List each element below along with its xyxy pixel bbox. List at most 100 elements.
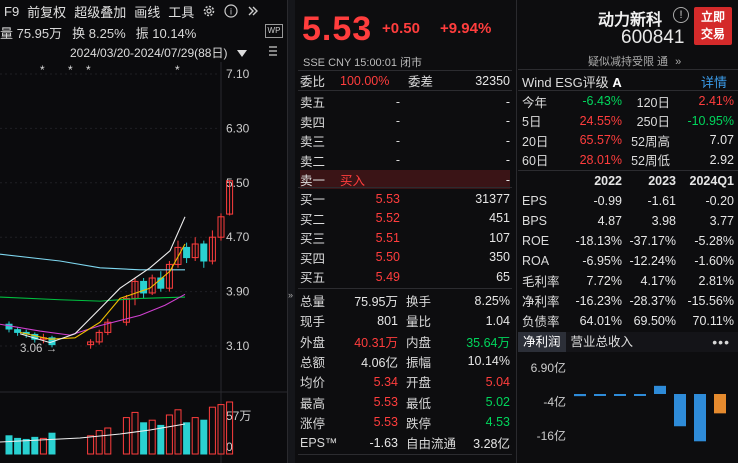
info-icon[interactable]: i	[220, 0, 242, 22]
financial-cell: -16.23%	[575, 293, 622, 308]
toolbar-tools[interactable]: 工具	[164, 2, 198, 21]
candle-body[interactable]	[200, 243, 208, 262]
kline-panel[interactable]: F9 前复权 超级叠加 画线 工具 i 量 75.95万 换 8.25% 振 1…	[0, 0, 288, 463]
volume-bar[interactable]	[140, 422, 148, 455]
double-chevron-right-icon[interactable]: »	[675, 56, 681, 68]
profit-bar[interactable]	[614, 394, 626, 396]
panel-splitter[interactable]: »	[287, 0, 295, 463]
event-star[interactable]: *	[86, 63, 91, 77]
detail-row: 现手 801 量比 1.04	[300, 311, 510, 330]
detail-value: 4.53	[485, 415, 510, 430]
detail-value: -1.63	[369, 435, 399, 450]
tab-revenue[interactable]: 营业总收入	[566, 332, 639, 352]
volume-bar[interactable]	[165, 414, 173, 455]
volume-bar[interactable]	[174, 409, 182, 455]
ask-price: -	[395, 133, 400, 148]
bid-row[interactable]: 买五 5.49 65	[300, 267, 510, 286]
info-icon[interactable]: !	[673, 7, 689, 23]
profit-bar[interactable]	[714, 394, 726, 414]
profit-bar[interactable]	[634, 394, 646, 396]
double-chevron-right-icon[interactable]	[242, 0, 264, 22]
gear-icon[interactable]	[198, 0, 220, 22]
toolbar-draw[interactable]: 画线	[130, 2, 164, 21]
bottom-separator	[298, 454, 512, 455]
candle-body[interactable]	[183, 246, 191, 259]
volume-bar[interactable]	[22, 438, 30, 455]
date-range[interactable]: 2024/03/20-2024/07/29(88日)	[70, 44, 247, 60]
profit-bar[interactable]	[654, 385, 666, 394]
bid-price: 5.53	[375, 191, 400, 206]
volume-bar[interactable]	[148, 419, 156, 455]
financial-cell: 负债率	[522, 315, 560, 329]
financial-cell: 4.17%	[640, 273, 676, 288]
candlestick-chart[interactable]: 7.106.305.504.703.903.1057万0 * * * *	[0, 62, 288, 463]
bid-volume: 350	[489, 250, 510, 264]
bid-row[interactable]: 买三 5.51 107	[300, 228, 510, 247]
bid-row[interactable]: 买二 5.52 451	[300, 209, 510, 228]
return-cell: 今年	[522, 95, 548, 110]
chart-tabs: 净利润 营业总收入 •••	[518, 332, 738, 352]
profit-bar[interactable]	[574, 394, 586, 397]
trade-button[interactable]: 立即交易	[694, 7, 732, 45]
market-status: SSE CNY 15:00:01 闭市	[303, 57, 423, 69]
fin-header: 2022 2023 2024Q1	[594, 173, 734, 188]
event-star[interactable]: *	[40, 63, 45, 77]
financial-cell: 7.72%	[586, 273, 622, 288]
volume-bar[interactable]	[183, 422, 191, 455]
volume-bar[interactable]	[122, 417, 130, 455]
esg-detail-link[interactable]: 详情	[701, 72, 727, 91]
detail-row: 涨停 5.53 跌停 4.53	[300, 413, 510, 432]
ask-row[interactable]: 卖二 - -	[300, 151, 510, 170]
profit-bar[interactable]	[594, 394, 606, 396]
volume-bar[interactable]	[48, 432, 56, 455]
ask-row[interactable]: 卖三 - -	[300, 131, 510, 150]
volume-bar[interactable]	[95, 430, 103, 455]
tab-net-profit[interactable]: 净利润	[518, 332, 566, 352]
ask-volume: -	[505, 153, 510, 167]
amplitude-stat: 振 10.14%	[135, 25, 197, 41]
volume-bar[interactable]	[87, 435, 95, 455]
profit-bar[interactable]	[674, 394, 686, 427]
financial-cell: 64.01%	[579, 313, 622, 328]
bid-row[interactable]: 买一 5.53 31377	[300, 189, 510, 208]
detail-row: 总量 75.95万 换手 8.25%	[300, 291, 510, 310]
candle-body[interactable]	[14, 329, 22, 333]
financial-cell: 69.50%	[633, 313, 676, 328]
detail-value: 3.28亿	[473, 437, 510, 452]
return-cell: -6.43%	[582, 94, 622, 108]
profit-bar[interactable]	[694, 394, 706, 442]
return-row: 60日 28.01% 52周低 2.92	[522, 151, 734, 169]
ask-row[interactable]: 卖五 - -	[300, 92, 510, 111]
restriction-hint[interactable]: 疑似减持受限 通 »	[588, 53, 681, 69]
y-tick-label: 4.70	[226, 230, 250, 244]
detail-value: 35.64万	[466, 335, 510, 350]
event-star[interactable]: *	[175, 63, 180, 77]
toolbar-adjust[interactable]: 前复权	[23, 2, 70, 21]
volume-bar[interactable]	[39, 437, 47, 455]
toolbar-f9[interactable]: F9	[0, 4, 23, 19]
collapse-icon[interactable]	[266, 44, 280, 58]
volume-bar[interactable]	[5, 435, 13, 455]
toolbar-overlay[interactable]: 超级叠加	[70, 2, 130, 21]
volume-bar[interactable]	[157, 424, 165, 455]
bid-label: 买一	[300, 193, 326, 207]
return-cell: 52周低	[631, 154, 670, 168]
detail-label: 外盘	[300, 335, 326, 350]
wp-icon[interactable]: WP	[265, 24, 283, 38]
expand-arrow-icon[interactable]: »	[288, 290, 293, 300]
volume-bar[interactable]	[200, 419, 208, 455]
day-stats: 量 75.95万 换 8.25% 振 10.14%	[0, 22, 288, 42]
esg-rating[interactable]: Wind ESG评级 A	[522, 72, 622, 91]
volume-bar[interactable]	[191, 417, 199, 455]
ask-row[interactable]: 卖四 - -	[300, 112, 510, 131]
dropdown-triangle-icon[interactable]	[236, 50, 247, 58]
detail-value: 4.06亿	[361, 355, 398, 370]
ellipsis-icon[interactable]: •••	[712, 334, 738, 350]
bid-label: 买四	[300, 251, 326, 266]
event-star[interactable]: *	[68, 63, 73, 77]
volume-bar[interactable]	[131, 411, 139, 455]
volume-bar[interactable]	[208, 406, 216, 455]
bid-row[interactable]: 买四 5.50 350	[300, 248, 510, 267]
volume-bar[interactable]	[104, 427, 112, 455]
return-cell: 60日	[522, 154, 549, 168]
